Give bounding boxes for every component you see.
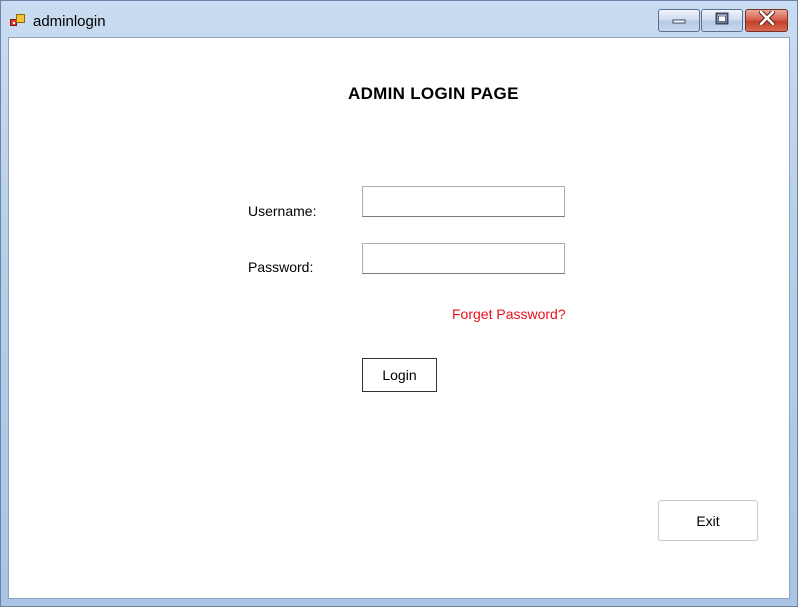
close-button[interactable]	[745, 9, 788, 32]
password-field[interactable]	[362, 243, 565, 274]
login-button[interactable]: Login	[362, 358, 437, 392]
exit-button[interactable]: Exit	[658, 500, 758, 541]
username-label: Username:	[248, 203, 317, 219]
minimize-button[interactable]	[658, 9, 700, 32]
title-bar[interactable]: adminlogin	[1, 1, 797, 37]
page-title: ADMIN LOGIN PAGE	[348, 84, 519, 103]
form-client-area: ADMIN LOGIN PAGE Username: Password: For…	[8, 37, 790, 599]
window-title: adminlogin	[33, 13, 106, 30]
password-label: Password:	[248, 259, 314, 275]
minimize-icon	[672, 12, 686, 30]
close-icon	[758, 9, 775, 30]
maximize-icon	[715, 12, 729, 30]
forget-password-link[interactable]: Forget Password?	[452, 306, 566, 322]
app-form-icon	[10, 13, 26, 29]
maximize-button[interactable]	[701, 9, 743, 32]
app-window: adminlogin ADMIN LOGIN PAGE Username: Pa…	[0, 0, 798, 607]
username-field[interactable]	[362, 186, 565, 217]
